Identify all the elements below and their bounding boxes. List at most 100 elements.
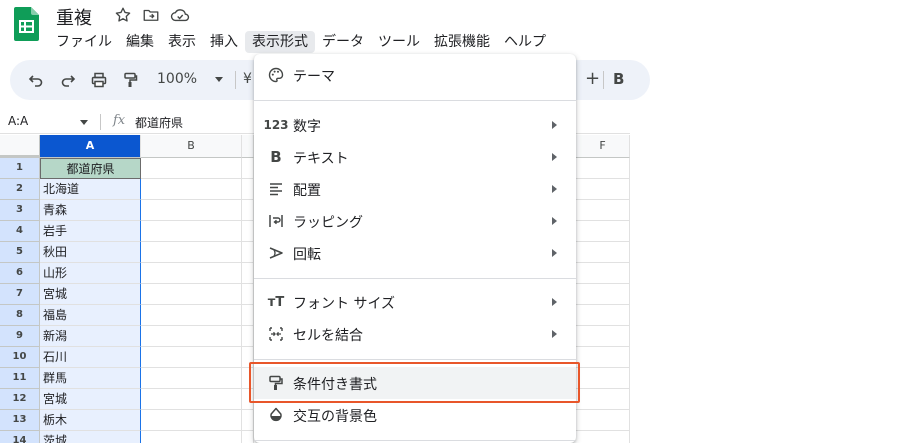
row-header[interactable]: 7	[0, 284, 40, 305]
cell-a[interactable]: 山形	[40, 263, 141, 284]
menu-item-font-size[interactable]: тT フォント サイズ	[254, 286, 576, 318]
name-box-caret-icon[interactable]	[80, 120, 88, 125]
cell-b[interactable]	[141, 410, 242, 431]
menu-item-wrapping[interactable]: ラッピング	[254, 205, 576, 237]
sheets-logo-icon[interactable]	[14, 7, 39, 41]
menu-extensions[interactable]: 拡張機能	[427, 31, 497, 53]
menu-item-align[interactable]: 配置	[254, 173, 576, 205]
cell-c[interactable]	[242, 410, 254, 431]
menu-edit[interactable]: 編集	[119, 31, 161, 53]
cell-a[interactable]: 青森	[40, 200, 141, 221]
cell-f[interactable]	[576, 263, 630, 284]
row-header[interactable]: 6	[0, 263, 40, 284]
cell-f[interactable]	[576, 410, 630, 431]
cell-b[interactable]	[141, 431, 242, 443]
menu-item-theme[interactable]: テーマ	[254, 59, 576, 91]
cell-f[interactable]	[576, 200, 630, 221]
document-title[interactable]: 重複	[56, 4, 92, 30]
cell-b[interactable]	[141, 221, 242, 242]
menu-item-merge-cells[interactable]: セルを結合	[254, 318, 576, 350]
name-box[interactable]: A:A	[8, 114, 28, 128]
cell-f[interactable]	[576, 431, 630, 443]
cell-b[interactable]	[141, 242, 242, 263]
print-icon[interactable]	[91, 72, 107, 88]
cell-a[interactable]: 茨城	[40, 431, 141, 443]
cell-f[interactable]	[576, 347, 630, 368]
cell-c[interactable]	[242, 179, 254, 200]
cell-c[interactable]	[242, 242, 254, 263]
cell-b[interactable]	[141, 389, 242, 410]
row-header[interactable]: 14	[0, 431, 40, 443]
menu-item-number[interactable]: 123 数字	[254, 109, 576, 141]
cell-c[interactable]	[242, 158, 254, 179]
increase-font-size-button[interactable]: +	[585, 68, 600, 89]
cell-f[interactable]	[576, 368, 630, 389]
row-header[interactable]: 2	[0, 179, 40, 200]
cell-a[interactable]: 宮城	[40, 389, 141, 410]
menu-item-rotation[interactable]: 回転	[254, 237, 576, 269]
paint-format-icon[interactable]	[122, 72, 138, 88]
cell-a[interactable]: 群馬	[40, 368, 141, 389]
menu-format[interactable]: 表示形式	[245, 31, 315, 53]
zoom-select[interactable]: 100%	[157, 71, 197, 87]
cell-a[interactable]: 秋田	[40, 242, 141, 263]
cell-c[interactable]	[242, 221, 254, 242]
cell-c[interactable]	[242, 200, 254, 221]
column-header-c[interactable]	[242, 135, 254, 158]
cell-a[interactable]: 新潟	[40, 326, 141, 347]
cell-b[interactable]	[141, 284, 242, 305]
row-header[interactable]: 4	[0, 221, 40, 242]
column-header-b[interactable]: B	[141, 135, 242, 158]
menu-help[interactable]: ヘルプ	[497, 31, 553, 53]
cell-a[interactable]: 都道府県	[40, 158, 141, 179]
cell-b[interactable]	[141, 158, 242, 179]
move-folder-icon[interactable]	[142, 6, 160, 24]
cell-a[interactable]: 北海道	[40, 179, 141, 200]
row-header[interactable]: 1	[0, 158, 40, 179]
cell-c[interactable]	[242, 305, 254, 326]
cell-f[interactable]	[576, 221, 630, 242]
zoom-caret-icon[interactable]	[215, 77, 223, 82]
row-header[interactable]: 13	[0, 410, 40, 431]
menu-item-text[interactable]: B テキスト	[254, 141, 576, 173]
undo-icon[interactable]	[28, 72, 44, 88]
cell-f[interactable]	[576, 305, 630, 326]
menu-data[interactable]: データ	[315, 31, 371, 53]
cloud-saved-icon[interactable]	[170, 6, 190, 24]
column-header-f[interactable]: F	[576, 135, 630, 158]
cell-f[interactable]	[576, 326, 630, 347]
cell-b[interactable]	[141, 305, 242, 326]
cell-c[interactable]	[242, 431, 254, 443]
currency-format-button[interactable]: ¥	[243, 71, 252, 87]
cell-c[interactable]	[242, 326, 254, 347]
row-header[interactable]: 11	[0, 368, 40, 389]
cell-b[interactable]	[141, 179, 242, 200]
cell-c[interactable]	[242, 284, 254, 305]
cell-f[interactable]	[576, 284, 630, 305]
row-header[interactable]: 5	[0, 242, 40, 263]
cell-f[interactable]	[576, 242, 630, 263]
menu-item-alternating-colors[interactable]: 交互の背景色	[254, 399, 576, 431]
redo-icon[interactable]	[60, 72, 76, 88]
column-header-a[interactable]: A	[40, 135, 141, 158]
cell-b[interactable]	[141, 347, 242, 368]
menu-file[interactable]: ファイル	[49, 31, 119, 53]
cell-f[interactable]	[576, 158, 630, 179]
star-icon[interactable]	[114, 6, 132, 24]
cell-c[interactable]	[242, 263, 254, 284]
cell-b[interactable]	[141, 326, 242, 347]
bold-button[interactable]: B	[613, 70, 624, 88]
select-all-corner[interactable]	[0, 135, 40, 158]
cell-b[interactable]	[141, 263, 242, 284]
row-header[interactable]: 12	[0, 389, 40, 410]
cell-a[interactable]: 石川	[40, 347, 141, 368]
row-header[interactable]: 8	[0, 305, 40, 326]
row-header[interactable]: 10	[0, 347, 40, 368]
row-header[interactable]: 3	[0, 200, 40, 221]
cell-b[interactable]	[141, 368, 242, 389]
formula-input[interactable]: 都道府県	[135, 114, 183, 131]
cell-a[interactable]: 福島	[40, 305, 141, 326]
row-header[interactable]: 9	[0, 326, 40, 347]
cell-a[interactable]: 宮城	[40, 284, 141, 305]
cell-b[interactable]	[141, 200, 242, 221]
